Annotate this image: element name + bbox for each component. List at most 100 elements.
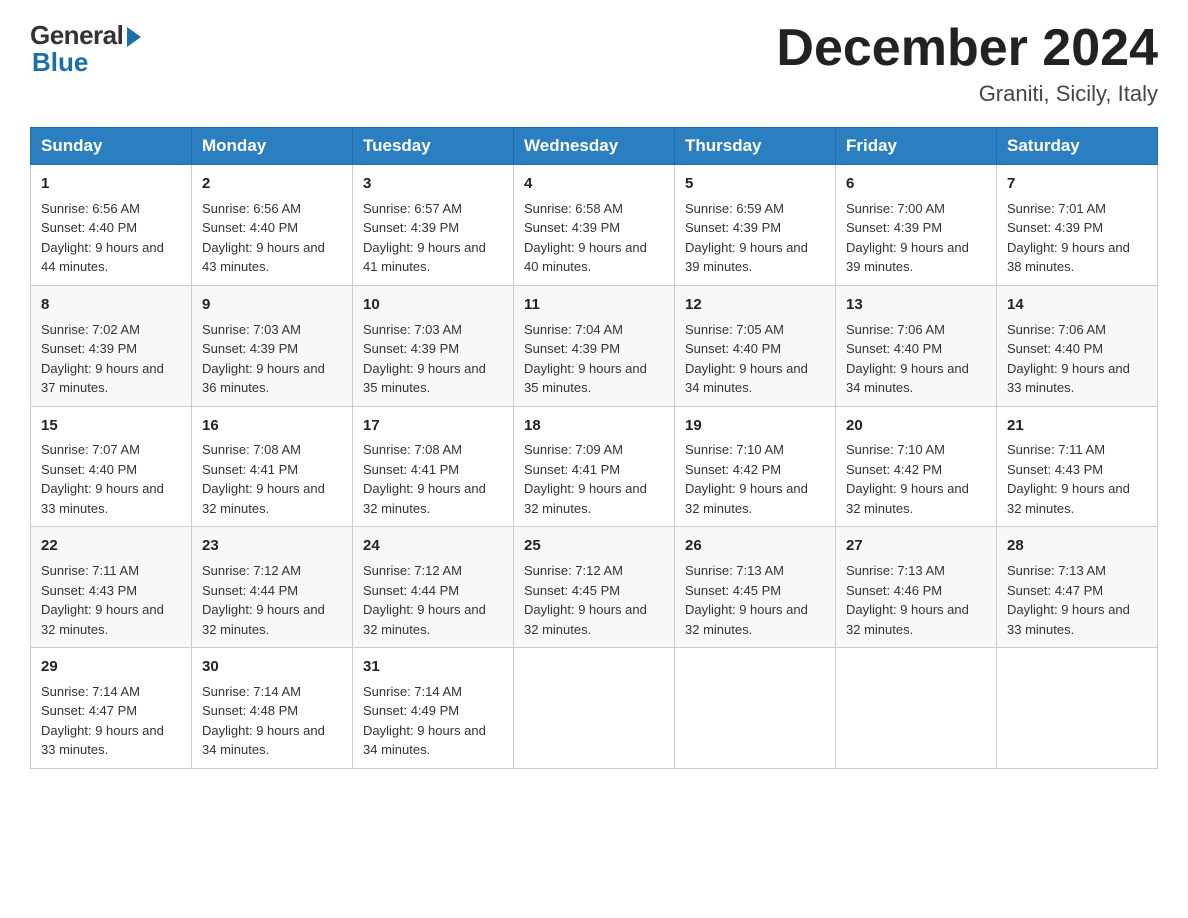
day-info: Sunrise: 7:01 AMSunset: 4:39 PMDaylight:… <box>1007 199 1147 277</box>
day-info: Sunrise: 7:14 AMSunset: 4:48 PMDaylight:… <box>202 682 342 760</box>
calendar-cell: 23 Sunrise: 7:12 AMSunset: 4:44 PMDayligh… <box>192 527 353 648</box>
day-number: 15 <box>41 415 181 437</box>
day-number: 23 <box>202 535 342 557</box>
day-info: Sunrise: 7:12 AMSunset: 4:44 PMDaylight:… <box>202 561 342 639</box>
day-info: Sunrise: 7:12 AMSunset: 4:44 PMDaylight:… <box>363 561 503 639</box>
day-info: Sunrise: 7:00 AMSunset: 4:39 PMDaylight:… <box>846 199 986 277</box>
day-number: 31 <box>363 656 503 678</box>
day-number: 25 <box>524 535 664 557</box>
calendar-cell: 12 Sunrise: 7:05 AMSunset: 4:40 PMDayligh… <box>675 285 836 406</box>
calendar-cell: 8Sunrise: 7:02 AMSunset: 4:39 PMDaylight… <box>31 285 192 406</box>
day-number: 28 <box>1007 535 1147 557</box>
day-info: Sunrise: 7:04 AMSunset: 4:39 PMDaylight:… <box>524 320 664 398</box>
logo: General Blue <box>30 20 141 78</box>
calendar-cell: 22Sunrise: 7:11 AMSunset: 4:43 PMDayligh… <box>31 527 192 648</box>
calendar-cell: 27 Sunrise: 7:13 AMSunset: 4:46 PMDayligh… <box>836 527 997 648</box>
day-info: Sunrise: 7:03 AMSunset: 4:39 PMDaylight:… <box>363 320 503 398</box>
day-number: 11 <box>524 294 664 316</box>
calendar-cell: 29 Sunrise: 7:14 AMSunset: 4:47 PMDayligh… <box>31 648 192 769</box>
calendar-cell: 15 Sunrise: 7:07 AMSunset: 4:40 PMDayligh… <box>31 406 192 527</box>
weekday-header-sunday: Sunday <box>31 128 192 165</box>
day-info: Sunrise: 7:07 AMSunset: 4:40 PMDaylight:… <box>41 440 181 518</box>
day-number: 20 <box>846 415 986 437</box>
calendar-cell: 6 Sunrise: 7:00 AMSunset: 4:39 PMDaylight… <box>836 165 997 286</box>
logo-blue-text: Blue <box>30 47 88 78</box>
logo-arrow-icon <box>127 27 141 47</box>
calendar-cell: 9 Sunrise: 7:03 AMSunset: 4:39 PMDaylight… <box>192 285 353 406</box>
calendar-cell: 28 Sunrise: 7:13 AMSunset: 4:47 PMDayligh… <box>997 527 1158 648</box>
day-number: 2 <box>202 173 342 195</box>
calendar-cell <box>997 648 1158 769</box>
calendar-cell: 18 Sunrise: 7:09 AMSunset: 4:41 PMDayligh… <box>514 406 675 527</box>
day-number: 21 <box>1007 415 1147 437</box>
day-info: Sunrise: 7:13 AMSunset: 4:45 PMDaylight:… <box>685 561 825 639</box>
day-info: Sunrise: 6:56 AMSunset: 4:40 PMDaylight:… <box>202 199 342 277</box>
day-info: Sunrise: 7:03 AMSunset: 4:39 PMDaylight:… <box>202 320 342 398</box>
weekday-header-saturday: Saturday <box>997 128 1158 165</box>
day-info: Sunrise: 7:10 AMSunset: 4:42 PMDaylight:… <box>685 440 825 518</box>
day-info: Sunrise: 7:13 AMSunset: 4:46 PMDaylight:… <box>846 561 986 639</box>
day-info: Sunrise: 7:10 AMSunset: 4:42 PMDaylight:… <box>846 440 986 518</box>
calendar-week-row: 1 Sunrise: 6:56 AMSunset: 4:40 PMDaylight… <box>31 165 1158 286</box>
calendar-cell <box>675 648 836 769</box>
weekday-header-thursday: Thursday <box>675 128 836 165</box>
day-info: Sunrise: 7:08 AMSunset: 4:41 PMDaylight:… <box>363 440 503 518</box>
calendar-cell: 30Sunrise: 7:14 AMSunset: 4:48 PMDayligh… <box>192 648 353 769</box>
day-number: 17 <box>363 415 503 437</box>
calendar-cell: 24 Sunrise: 7:12 AMSunset: 4:44 PMDayligh… <box>353 527 514 648</box>
calendar-cell <box>514 648 675 769</box>
day-info: Sunrise: 7:09 AMSunset: 4:41 PMDaylight:… <box>524 440 664 518</box>
day-info: Sunrise: 7:12 AMSunset: 4:45 PMDaylight:… <box>524 561 664 639</box>
day-number: 12 <box>685 294 825 316</box>
day-info: Sunrise: 7:13 AMSunset: 4:47 PMDaylight:… <box>1007 561 1147 639</box>
weekday-header-tuesday: Tuesday <box>353 128 514 165</box>
calendar-cell: 4 Sunrise: 6:58 AMSunset: 4:39 PMDaylight… <box>514 165 675 286</box>
day-number: 14 <box>1007 294 1147 316</box>
day-number: 22 <box>41 535 181 557</box>
day-info: Sunrise: 7:14 AMSunset: 4:47 PMDaylight:… <box>41 682 181 760</box>
day-number: 27 <box>846 535 986 557</box>
day-number: 16 <box>202 415 342 437</box>
day-number: 9 <box>202 294 342 316</box>
calendar-cell: 14 Sunrise: 7:06 AMSunset: 4:40 PMDayligh… <box>997 285 1158 406</box>
day-info: Sunrise: 7:14 AMSunset: 4:49 PMDaylight:… <box>363 682 503 760</box>
day-info: Sunrise: 7:06 AMSunset: 4:40 PMDaylight:… <box>1007 320 1147 398</box>
page-header: General Blue December 2024 Graniti, Sici… <box>30 20 1158 107</box>
calendar-cell: 31 Sunrise: 7:14 AMSunset: 4:49 PMDayligh… <box>353 648 514 769</box>
day-info: Sunrise: 7:11 AMSunset: 4:43 PMDaylight:… <box>1007 440 1147 518</box>
day-number: 1 <box>41 173 181 195</box>
calendar-cell: 7 Sunrise: 7:01 AMSunset: 4:39 PMDaylight… <box>997 165 1158 286</box>
day-info: Sunrise: 6:58 AMSunset: 4:39 PMDaylight:… <box>524 199 664 277</box>
day-number: 7 <box>1007 173 1147 195</box>
day-number: 8 <box>41 294 181 316</box>
calendar-cell: 13Sunrise: 7:06 AMSunset: 4:40 PMDayligh… <box>836 285 997 406</box>
day-info: Sunrise: 6:56 AMSunset: 4:40 PMDaylight:… <box>41 199 181 277</box>
calendar-cell: 16 Sunrise: 7:08 AMSunset: 4:41 PMDayligh… <box>192 406 353 527</box>
calendar-cell: 26Sunrise: 7:13 AMSunset: 4:45 PMDayligh… <box>675 527 836 648</box>
calendar-cell: 17 Sunrise: 7:08 AMSunset: 4:41 PMDayligh… <box>353 406 514 527</box>
calendar-cell: 25 Sunrise: 7:12 AMSunset: 4:45 PMDayligh… <box>514 527 675 648</box>
day-number: 19 <box>685 415 825 437</box>
day-number: 18 <box>524 415 664 437</box>
day-number: 13 <box>846 294 986 316</box>
day-info: Sunrise: 7:05 AMSunset: 4:40 PMDaylight:… <box>685 320 825 398</box>
day-info: Sunrise: 7:08 AMSunset: 4:41 PMDaylight:… <box>202 440 342 518</box>
day-number: 24 <box>363 535 503 557</box>
calendar-cell: 19 Sunrise: 7:10 AMSunset: 4:42 PMDayligh… <box>675 406 836 527</box>
calendar-cell: 1 Sunrise: 6:56 AMSunset: 4:40 PMDaylight… <box>31 165 192 286</box>
calendar-cell: 11 Sunrise: 7:04 AMSunset: 4:39 PMDayligh… <box>514 285 675 406</box>
day-info: Sunrise: 6:57 AMSunset: 4:39 PMDaylight:… <box>363 199 503 277</box>
calendar-cell: 21 Sunrise: 7:11 AMSunset: 4:43 PMDayligh… <box>997 406 1158 527</box>
calendar-cell: 5Sunrise: 6:59 AMSunset: 4:39 PMDaylight… <box>675 165 836 286</box>
day-number: 29 <box>41 656 181 678</box>
weekday-header-wednesday: Wednesday <box>514 128 675 165</box>
title-block: December 2024 Graniti, Sicily, Italy <box>776 20 1158 107</box>
day-number: 5 <box>685 173 825 195</box>
month-title: December 2024 <box>776 20 1158 77</box>
day-number: 10 <box>363 294 503 316</box>
weekday-header-row: SundayMondayTuesdayWednesdayThursdayFrid… <box>31 128 1158 165</box>
calendar-cell <box>836 648 997 769</box>
calendar-table: SundayMondayTuesdayWednesdayThursdayFrid… <box>30 127 1158 769</box>
day-number: 6 <box>846 173 986 195</box>
day-number: 4 <box>524 173 664 195</box>
